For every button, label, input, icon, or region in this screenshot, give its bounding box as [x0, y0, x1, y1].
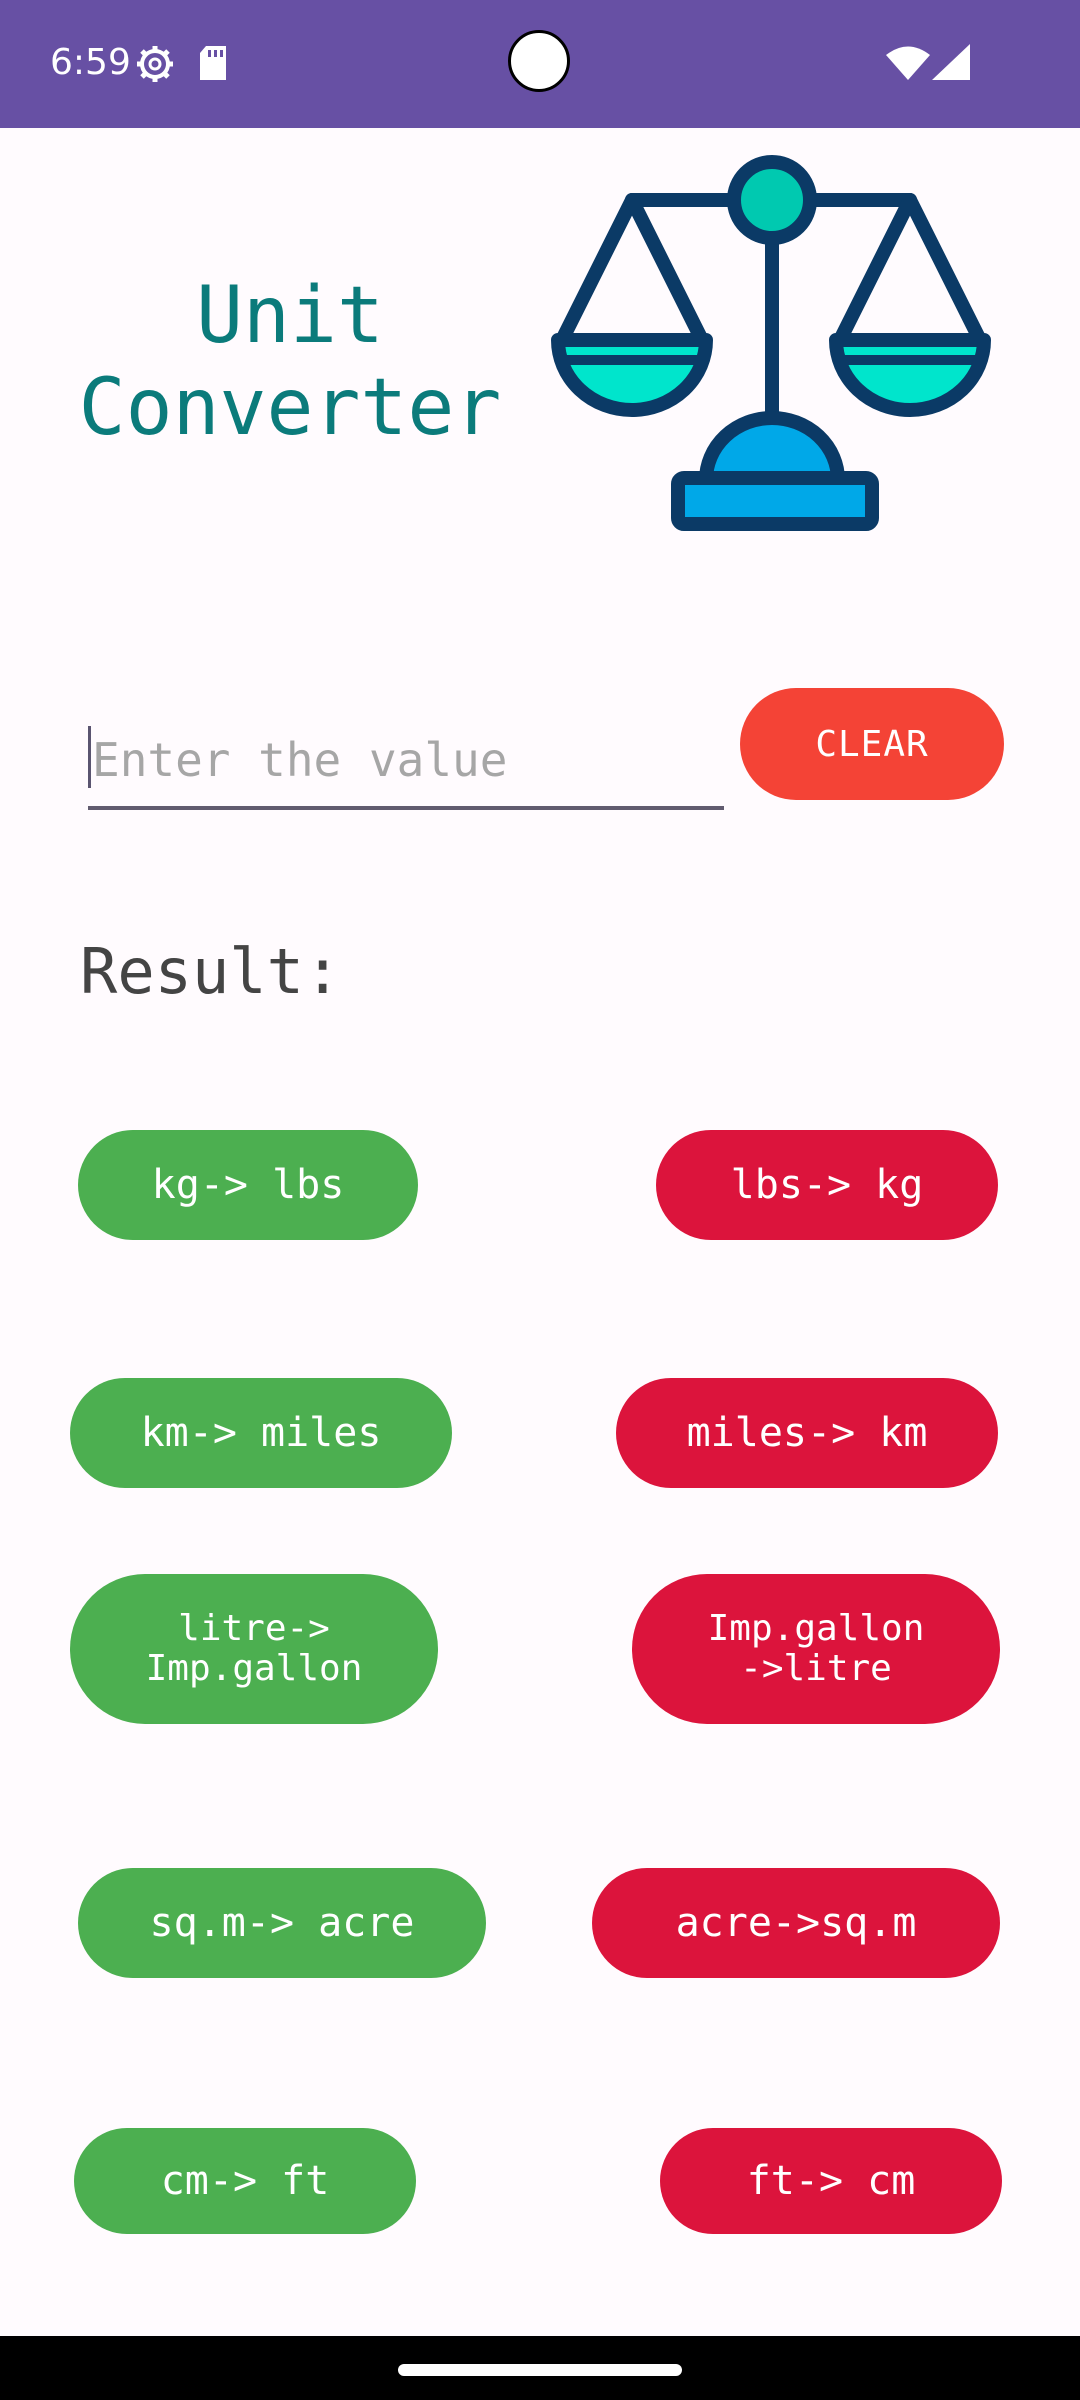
acre-to-sqm-button[interactable]: acre->sq.m [592, 1868, 1000, 1978]
balance-scale-icon [551, 155, 991, 531]
cm-to-ft-button[interactable]: cm-> ft [74, 2128, 416, 2234]
value-input-container [88, 714, 724, 810]
sqm-to-acre-button[interactable]: sq.m-> acre [78, 1868, 486, 1978]
status-bar: 6:59 [0, 0, 1080, 128]
status-time: 6:59 [50, 42, 131, 83]
app-title: Unit Converter [78, 271, 502, 453]
camera-cutout [508, 30, 570, 92]
ft-to-cm-button[interactable]: ft-> cm [660, 2128, 1002, 2234]
value-input[interactable] [88, 714, 724, 806]
signal-icon [932, 44, 970, 80]
km-to-miles-button[interactable]: km-> miles [70, 1378, 452, 1488]
gallon-to-litre-button[interactable]: Imp.gallon ->litre [632, 1574, 1000, 1724]
gear-icon [137, 46, 173, 82]
result-label: Result: [80, 935, 342, 1008]
miles-to-km-button[interactable]: miles-> km [616, 1378, 998, 1488]
home-gesture-handle[interactable] [398, 2364, 682, 2376]
sd-card-icon [200, 46, 226, 80]
clear-button[interactable]: CLEAR [740, 688, 1004, 800]
litre-to-gallon-button[interactable]: litre-> Imp.gallon [70, 1574, 438, 1724]
wifi-icon [886, 46, 930, 80]
text-cursor [88, 726, 91, 788]
kg-to-lbs-button[interactable]: kg-> lbs [78, 1130, 418, 1240]
lbs-to-kg-button[interactable]: lbs-> kg [656, 1130, 998, 1240]
